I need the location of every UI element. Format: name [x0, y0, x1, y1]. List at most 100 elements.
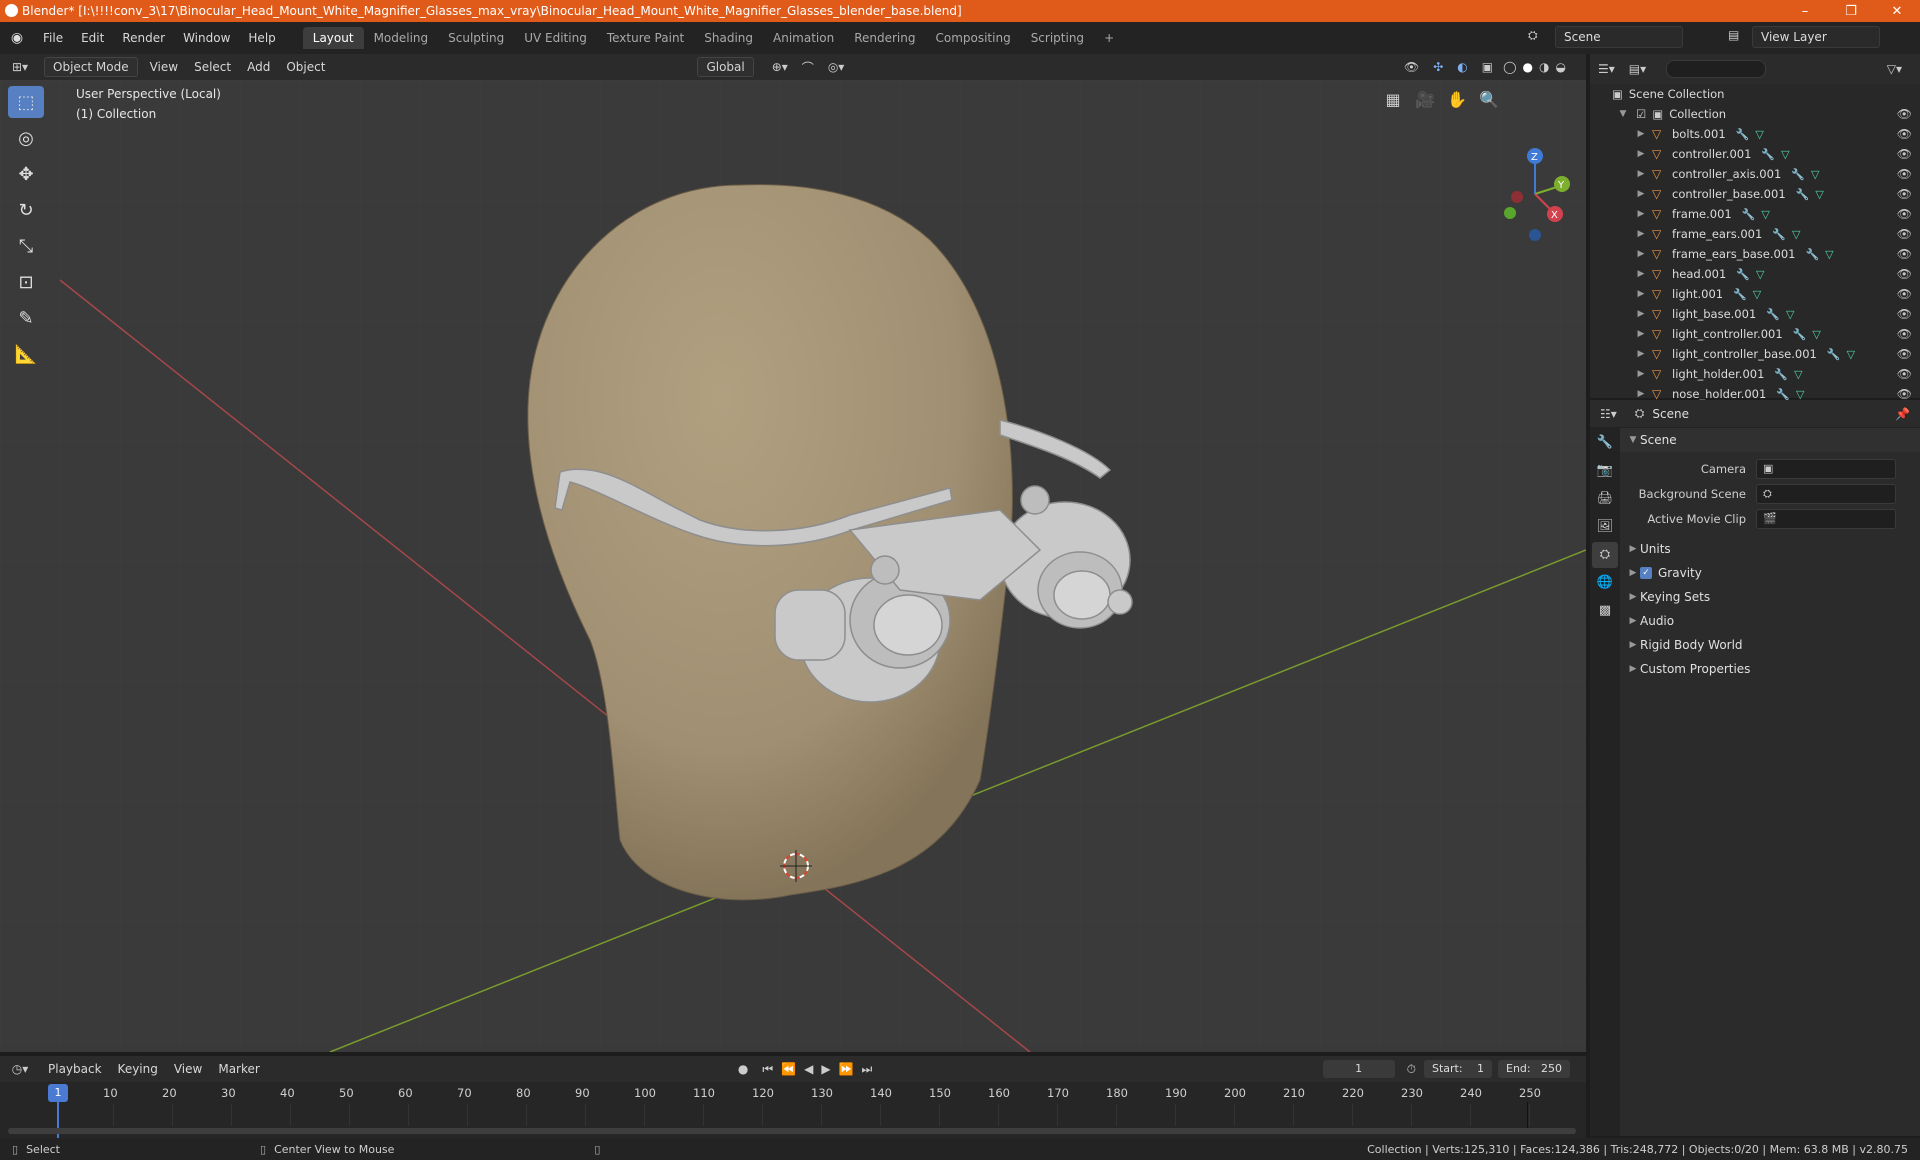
- world-props-tab-icon[interactable]: 🌐: [1592, 570, 1618, 596]
- tab-shading[interactable]: Shading: [694, 27, 763, 49]
- marker-menu[interactable]: Marker: [210, 1059, 267, 1079]
- transform-tool-icon[interactable]: ⊡: [8, 266, 44, 298]
- eye-icon[interactable]: 👁: [1897, 107, 1912, 121]
- eye-icon[interactable]: 👁: [1897, 287, 1912, 301]
- mesh-data-icon[interactable]: ▽: [1756, 268, 1764, 281]
- mesh-data-icon[interactable]: ▽: [1755, 128, 1763, 141]
- units-section[interactable]: ▶ Units: [1620, 537, 1920, 561]
- add-menu[interactable]: Add: [239, 57, 278, 77]
- render-props-tab-icon[interactable]: 📷: [1592, 458, 1618, 484]
- proportional-edit-icon[interactable]: ◎▾: [828, 60, 845, 74]
- expand-icon[interactable]: ▶: [1634, 329, 1648, 339]
- modifier-wrench-icon[interactable]: 🔧: [1827, 348, 1841, 361]
- modifier-wrench-icon[interactable]: 🔧: [1742, 208, 1756, 221]
- expand-icon[interactable]: ▶: [1634, 269, 1648, 279]
- expand-icon[interactable]: ▶: [1634, 389, 1648, 399]
- rendered-shading-icon[interactable]: ◒: [1556, 60, 1566, 74]
- jump-start-icon[interactable]: ⏮: [762, 1062, 773, 1077]
- eye-icon[interactable]: 👁: [1897, 147, 1912, 161]
- playback-menu[interactable]: Playback: [40, 1059, 110, 1079]
- object-menu[interactable]: Object: [278, 57, 333, 77]
- modifier-wrench-icon[interactable]: 🔧: [1736, 128, 1750, 141]
- scene-section-header[interactable]: ▼ Scene: [1620, 428, 1920, 452]
- expand-icon[interactable]: ▶: [1634, 149, 1648, 159]
- gizmo-toggle-icon[interactable]: ✣: [1433, 60, 1443, 74]
- tab-animation[interactable]: Animation: [763, 27, 844, 49]
- keying-menu[interactable]: Keying: [110, 1059, 166, 1079]
- editor-type-icon[interactable]: ⊞▾: [0, 60, 40, 74]
- outliner-item[interactable]: ▶ ▽ frame_ears.001 🔧 ▽ 👁: [1590, 224, 1920, 244]
- background-scene-field[interactable]: ⛭: [1756, 483, 1896, 504]
- expand-icon[interactable]: ▶: [1634, 369, 1648, 379]
- annotate-tool-icon[interactable]: ✎: [8, 302, 44, 334]
- modifier-wrench-icon[interactable]: 🔧: [1736, 268, 1750, 281]
- timeline-view-menu[interactable]: View: [166, 1059, 210, 1079]
- tab-rendering[interactable]: Rendering: [844, 27, 925, 49]
- play-icon[interactable]: ▶: [821, 1062, 830, 1076]
- mesh-data-icon[interactable]: ▽: [1792, 228, 1800, 241]
- tab-compositing[interactable]: Compositing: [925, 27, 1020, 49]
- material-shading-icon[interactable]: ◑: [1539, 60, 1549, 74]
- outliner-item[interactable]: ▶ ▽ light_holder.001 🔧 ▽ 👁: [1590, 364, 1920, 384]
- xray-icon[interactable]: ▣: [1482, 60, 1493, 74]
- select-menu[interactable]: Select: [186, 57, 239, 77]
- view-menu[interactable]: View: [142, 57, 186, 77]
- outliner-item[interactable]: ▶ ▽ controller_base.001 🔧 ▽ 👁: [1590, 184, 1920, 204]
- mesh-data-icon[interactable]: ▽: [1825, 248, 1833, 261]
- tab-modeling[interactable]: Modeling: [364, 27, 439, 49]
- close-button[interactable]: ✕: [1874, 4, 1920, 19]
- outliner-item[interactable]: ▶ ▽ head.001 🔧 ▽ 👁: [1590, 264, 1920, 284]
- viewport-scene[interactable]: Z Y X: [0, 80, 1586, 1052]
- eye-icon[interactable]: 👁: [1897, 207, 1912, 221]
- mesh-data-icon[interactable]: ▽: [1812, 328, 1820, 341]
- expand-icon[interactable]: ▶: [1634, 189, 1648, 199]
- eye-icon[interactable]: 👁: [1897, 187, 1912, 201]
- menu-file[interactable]: File: [34, 27, 72, 49]
- outliner-item[interactable]: ▶ ▽ light_controller_base.001 🔧 ▽ 👁: [1590, 344, 1920, 364]
- mesh-data-icon[interactable]: ▽: [1811, 168, 1819, 181]
- next-keyframe-icon[interactable]: ⏩: [839, 1062, 854, 1076]
- scale-tool-icon[interactable]: ⤡: [8, 230, 44, 262]
- visibility-icon[interactable]: 👁: [1404, 60, 1419, 74]
- rigid-body-world-section[interactable]: ▶ Rigid Body World: [1620, 633, 1920, 657]
- outliner-item[interactable]: ▶ ▽ light.001 🔧 ▽ 👁: [1590, 284, 1920, 304]
- outliner-display-mode-icon[interactable]: ▤▾: [1629, 62, 1646, 76]
- modifier-wrench-icon[interactable]: 🔧: [1766, 308, 1780, 321]
- overlay-toggle-icon[interactable]: ◐: [1457, 60, 1467, 74]
- tool-props-tab-icon[interactable]: 🔧: [1592, 430, 1618, 456]
- scene-selector-icon[interactable]: ⛭: [1528, 28, 1538, 43]
- expand-icon[interactable]: ▶: [1634, 209, 1648, 219]
- modifier-wrench-icon[interactable]: 🔧: [1776, 388, 1790, 401]
- wireframe-shading-icon[interactable]: ◯: [1503, 60, 1516, 74]
- outliner-item[interactable]: ▶ ▽ frame_ears_base.001 🔧 ▽ 👁: [1590, 244, 1920, 264]
- expand-icon[interactable]: ▶: [1634, 289, 1648, 299]
- expand-icon[interactable]: ▶: [1634, 249, 1648, 259]
- play-reverse-icon[interactable]: ◀: [804, 1062, 813, 1076]
- eye-icon[interactable]: 👁: [1897, 247, 1912, 261]
- menu-window[interactable]: Window: [174, 27, 239, 49]
- menu-help[interactable]: Help: [239, 27, 284, 49]
- outliner-item[interactable]: ▶ ▽ frame.001 🔧 ▽ 👁: [1590, 204, 1920, 224]
- mesh-data-icon[interactable]: ▽: [1761, 208, 1769, 221]
- eye-icon[interactable]: 👁: [1897, 387, 1912, 401]
- mesh-data-icon[interactable]: ▽: [1786, 308, 1794, 321]
- tab-sculpting[interactable]: Sculpting: [438, 27, 514, 49]
- eye-icon[interactable]: 👁: [1897, 167, 1912, 181]
- eye-icon[interactable]: 👁: [1897, 227, 1912, 241]
- tab-texture-paint[interactable]: Texture Paint: [597, 27, 694, 49]
- cursor-tool-icon[interactable]: ◎: [8, 122, 44, 154]
- move-tool-icon[interactable]: ✥: [8, 158, 44, 190]
- blender-menu-icon[interactable]: ◉: [0, 30, 34, 46]
- keying-sets-section[interactable]: ▶ Keying Sets: [1620, 585, 1920, 609]
- scene-name-field[interactable]: Scene: [1555, 26, 1683, 48]
- timeline-area[interactable]: 10 20 30 40 50 60 70 80 90 100 110 120 130 140 150 160 1…: [0, 1082, 1586, 1138]
- orientation-dropdown[interactable]: Global: [697, 57, 754, 77]
- outliner-editor-type-icon[interactable]: ☰▾: [1598, 62, 1615, 76]
- tab-scripting[interactable]: Scripting: [1021, 27, 1094, 49]
- menu-render[interactable]: Render: [113, 27, 174, 49]
- eye-icon[interactable]: 👁: [1897, 367, 1912, 381]
- camera-field[interactable]: ▣: [1756, 458, 1896, 479]
- menu-edit[interactable]: Edit: [72, 27, 113, 49]
- outliner-item[interactable]: ▶ ▽ controller_axis.001 🔧 ▽ 👁: [1590, 164, 1920, 184]
- toggle-perspective-icon[interactable]: ▦: [1380, 88, 1406, 112]
